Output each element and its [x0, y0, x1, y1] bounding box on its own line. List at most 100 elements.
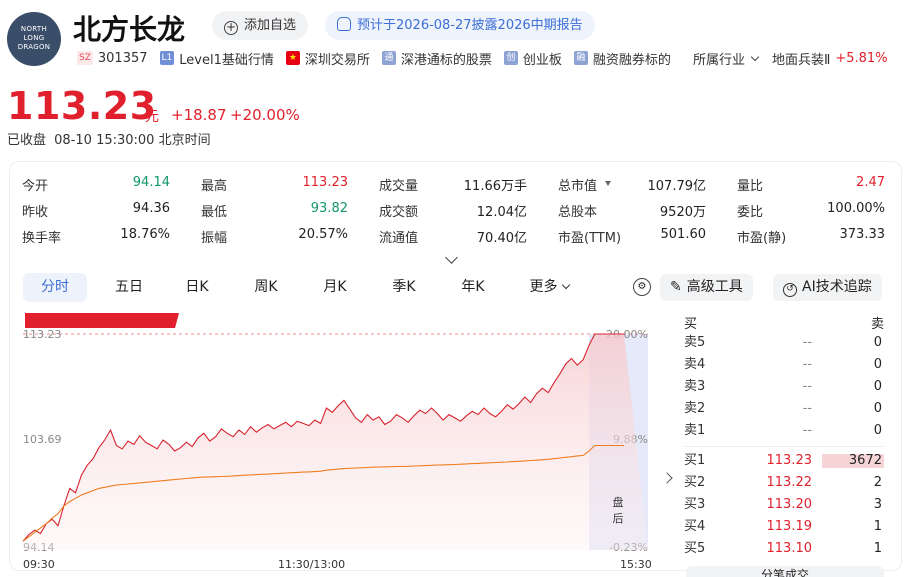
ask-row[interactable]: 卖4 -- 0 [684, 354, 884, 376]
order-name: 买3 [684, 497, 706, 512]
stock-quote-page: NORTH LONG DRAGON 北方长龙 + 添加自选 预计于2026-08-… [0, 0, 909, 577]
report-forecast-label: 预计于2026-08-27披露2026中期报告 [357, 18, 583, 33]
stock-tag-line: SZ 301357 L1 Level1基础行情 ★ 深圳交易所 通 深港通标的股… [77, 49, 888, 68]
order-vol: 0 [873, 401, 882, 416]
after-hours-label: 后 [613, 512, 624, 525]
chevron-down-icon [750, 52, 760, 61]
settings-icon[interactable]: ⚙ [633, 278, 651, 296]
tab-label: 年K [461, 279, 485, 295]
hk-connect-tag[interactable]: 通 深港通标的股票 [381, 49, 492, 68]
tab-period[interactable]: 分时 [23, 273, 87, 302]
bid-row[interactable]: 买5 113.10 1 [684, 538, 884, 560]
industry-label: 所属行业 [692, 52, 745, 68]
market-badge: SZ [77, 51, 93, 65]
ask-row[interactable]: 卖5 -- 0 [684, 332, 884, 354]
price-change: +18.87 [171, 106, 227, 124]
report-forecast-button[interactable]: 预计于2026-08-27披露2026中期报告 [325, 11, 595, 40]
order-name: 卖1 [684, 423, 706, 438]
order-name: 买2 [684, 475, 706, 490]
add-to-watchlist-button[interactable]: + 添加自选 [212, 11, 309, 40]
gem-label: 创业板 [522, 52, 562, 68]
tab-period[interactable]: 月K [310, 273, 360, 302]
exchange-label: 深圳交易所 [304, 52, 370, 68]
bid-row[interactable]: 买3 113.20 3 [684, 494, 884, 516]
stock-name: 北方长龙 [73, 13, 186, 46]
bid-row[interactable]: 买1 113.23 3672 [684, 450, 884, 472]
order-price: 113.23 [766, 453, 813, 468]
order-price: 113.20 [766, 497, 813, 512]
tab-period[interactable]: 季K [379, 273, 429, 302]
order-price: -- [802, 379, 812, 394]
ai-tracking-button[interactable]: ↺ AI技术追踪 [773, 274, 882, 301]
trade-ticks-button[interactable]: 分笔成交 [686, 566, 884, 577]
tab-label: 周K [254, 279, 278, 295]
stat-label: 振幅 [201, 231, 228, 246]
market-status: 已收盘 [7, 133, 47, 148]
stat-value: 70.40亿 [476, 231, 527, 246]
order-vol: 0 [873, 379, 882, 394]
stat-label: 总市值 [558, 179, 598, 194]
x-tick-label: 15:30 [620, 558, 652, 571]
order-name: 买4 [684, 519, 706, 534]
market-code-tag: SZ 301357 [77, 51, 148, 66]
stat-value: 11.66万手 [463, 179, 527, 194]
bid-row[interactable]: 买4 113.19 1 [684, 516, 884, 538]
tab-period[interactable]: 五日 [104, 273, 154, 302]
margin-tag[interactable]: 融 融资融券标的 [573, 49, 671, 68]
exchange-tag[interactable]: ★ 深圳交易所 [285, 49, 370, 68]
hk-connect-label: 深港通标的股票 [400, 52, 492, 68]
y-tick-label: 103.69 [23, 433, 62, 446]
stat-label: 成交量 [379, 179, 419, 194]
tab-label: 日K [185, 279, 209, 295]
ask-row[interactable]: 卖2 -- 0 [684, 398, 884, 420]
order-price: 113.22 [766, 475, 813, 490]
tab-label: 更多 [529, 279, 558, 295]
order-vol: 1 [873, 519, 882, 534]
last-price: 113.23 [7, 84, 157, 128]
order-vol: 1 [873, 541, 882, 556]
hk-connect-badge: 通 [381, 51, 396, 65]
stat-label: 量比 [737, 179, 764, 194]
china-flag-icon: ★ [285, 51, 300, 65]
gem-tag[interactable]: 创 创业板 [503, 49, 562, 68]
stat-label: 最高 [201, 179, 228, 194]
margin-label: 融资融券标的 [592, 52, 671, 68]
tab-period[interactable]: 更多 [516, 273, 582, 302]
tab-period[interactable]: 日K [172, 273, 222, 302]
x-tick-label: 11:30/13:00 [278, 558, 346, 571]
sector-tag[interactable]: 地面兵装Ⅱ +5.81% [772, 49, 888, 68]
price-change-percent: +20.00% [230, 106, 300, 124]
sector-change: +5.81% [835, 50, 888, 66]
industry-dropdown[interactable]: 所属行业 [692, 49, 760, 68]
chevron-down-icon [561, 280, 570, 290]
tab-period[interactable]: 年K [448, 273, 498, 302]
stat-value: 9520万 [659, 205, 706, 220]
order-price: -- [802, 357, 812, 372]
order-vol: 0 [873, 335, 882, 350]
buy-sell-sell-label: 卖 [871, 317, 885, 332]
level1-tag[interactable]: L1 Level1基础行情 [159, 49, 274, 68]
stat-label: 总股本 [558, 205, 598, 220]
stat-value: 2.47 [856, 175, 885, 190]
company-logo: NORTH LONG DRAGON [7, 12, 61, 66]
ask-row[interactable]: 卖3 -- 0 [684, 376, 884, 398]
caret-down-icon[interactable] [605, 181, 611, 186]
order-name: 卖2 [684, 401, 706, 416]
trade-ticks-label: 分笔成交 [760, 568, 809, 577]
stat-value: 20.57% [298, 227, 348, 242]
bid-row[interactable]: 买2 113.22 2 [684, 472, 884, 494]
ai-tracking-label: AI技术追踪 [802, 279, 872, 295]
order-name: 卖3 [684, 379, 706, 394]
ask-row[interactable]: 卖1 -- 0 [684, 420, 884, 442]
stat-value: 100.00% [827, 201, 885, 216]
logo-text-line: NORTH [20, 25, 48, 33]
stat-label: 委比 [737, 205, 764, 220]
tab-period[interactable]: 周K [241, 273, 291, 302]
add-to-watchlist-label: 添加自选 [244, 18, 297, 33]
stat-value: 18.76% [120, 227, 170, 242]
stat-value: 94.14 [132, 175, 170, 190]
intraday-chart[interactable]: 113.23103.6994.1420.00%9.88%-0.23%盘后 [0, 300, 680, 577]
advanced-tools-button[interactable]: ✎ 高级工具 [660, 274, 753, 301]
order-vol: 0 [873, 357, 882, 372]
order-name: 买1 [684, 453, 706, 468]
